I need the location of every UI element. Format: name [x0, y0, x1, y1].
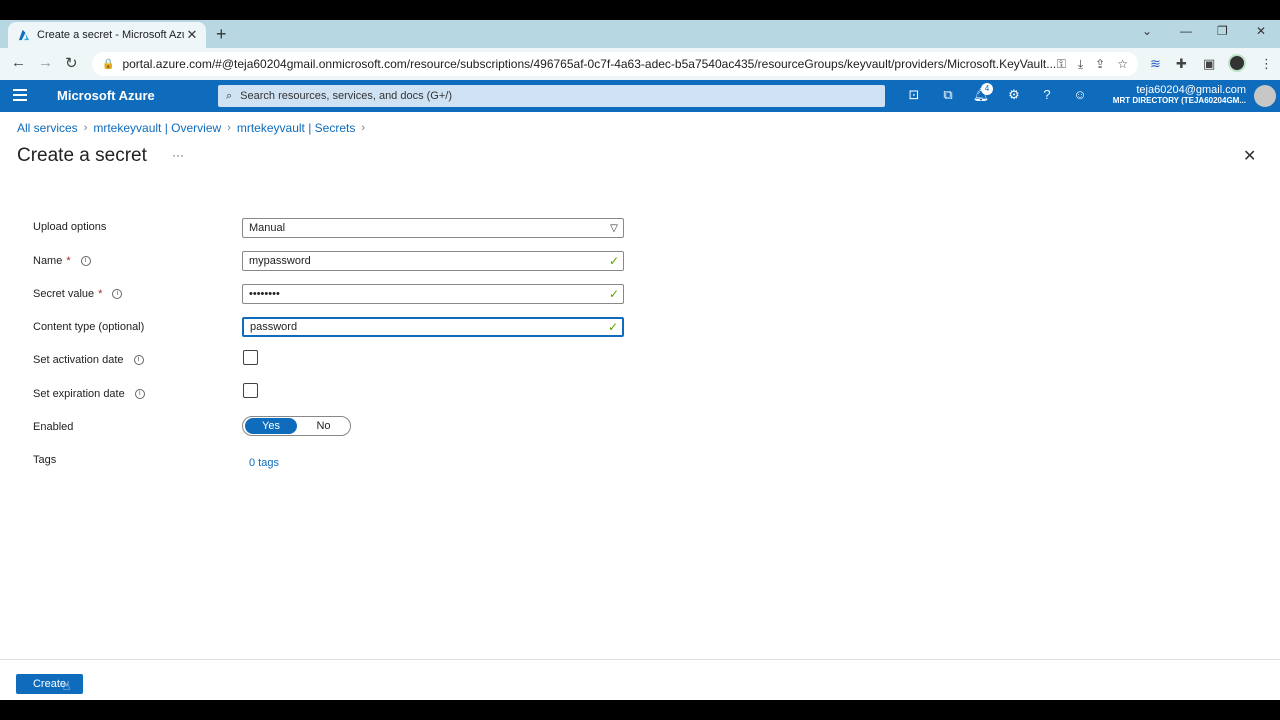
letterbox-bar — [0, 700, 1280, 720]
share-icon[interactable]: ⇪ — [1095, 57, 1105, 72]
valid-check-icon: ✓ — [608, 287, 620, 301]
forward-icon[interactable]: → — [38, 54, 53, 71]
tags-link[interactable]: 0 tags — [249, 457, 279, 469]
tab-title: Create a secret - Microsoft Azure — [37, 29, 184, 41]
breadcrumb-chevron-icon: › — [227, 122, 231, 134]
bookmark-star-icon[interactable]: ☆ — [1117, 57, 1128, 72]
account-email: teja60204@gmail.com — [1136, 84, 1246, 96]
feedback-icon[interactable]: ☺ — [1071, 87, 1089, 105]
secret-value-label: Secret value * i — [33, 288, 123, 300]
expiration-date-label: Set expiration date i — [33, 388, 145, 400]
secret-value-masked: •••••••• — [249, 288, 280, 300]
name-value: mypassword — [249, 255, 311, 267]
extension-icon[interactable]: ≋ — [1150, 56, 1161, 72]
screen: Create a secret - Microsoft Azure ✕ + ⌄ … — [0, 0, 1280, 720]
activation-date-label: Set activation date i — [33, 354, 144, 366]
breadcrumb: All services › mrtekeyvault | Overview ›… — [17, 121, 365, 135]
azure-logo-icon — [18, 29, 30, 40]
chevron-down-icon: ▽ — [610, 222, 618, 234]
tab-search-icon[interactable]: ⌄ — [1142, 24, 1152, 38]
create-button[interactable]: Create — [16, 674, 83, 694]
search-icon: ⌕ — [226, 89, 233, 102]
minimize-icon[interactable]: — — [1180, 24, 1192, 38]
footer-divider — [0, 659, 1280, 660]
breadcrumb-chevron-icon: › — [361, 122, 366, 134]
cloud-shell-icon[interactable]: ⊡ — [905, 87, 923, 105]
name-label-text: Name — [33, 255, 63, 267]
info-icon[interactable]: i — [134, 389, 145, 399]
blade-content: All services › mrtekeyvault | Overview ›… — [0, 112, 1280, 700]
valid-check-icon: ✓ — [608, 254, 620, 268]
search-placeholder: Search resources, services, and docs (G+… — [240, 90, 453, 102]
page-title: Create a secret — [17, 145, 147, 166]
mouse-pointer-icon: ☝ — [63, 679, 71, 693]
sidepanel-icon[interactable]: ▣ — [1203, 56, 1215, 72]
content-type-label-text: Content type (optional) — [33, 321, 145, 333]
content-type-value: password — [250, 321, 298, 333]
breadcrumb-vault-overview[interactable]: mrtekeyvault | Overview — [93, 121, 221, 135]
info-icon[interactable]: i — [80, 256, 91, 266]
upload-options-label-text: Upload options — [33, 221, 107, 233]
help-icon[interactable]: ? — [1038, 87, 1056, 105]
content-type-label: Content type (optional) — [33, 321, 144, 333]
secret-value-field[interactable]: •••••••• ✓ — [242, 284, 624, 304]
breadcrumb-all-services[interactable]: All services — [17, 121, 78, 135]
expiration-label-text: Set expiration date — [33, 388, 125, 400]
browser-menu-icon[interactable]: ⋮ — [1260, 56, 1273, 72]
back-icon[interactable]: ← — [11, 54, 26, 71]
name-label: Name * i — [33, 255, 91, 267]
activation-label-text: Set activation date — [33, 354, 124, 366]
close-blade-icon[interactable]: ✕ — [1243, 146, 1256, 166]
notification-badge: 4 — [981, 83, 993, 95]
name-field[interactable]: mypassword ✓ — [242, 251, 624, 271]
account-directory: MRT DIRECTORY (TEJA60204GM... — [1112, 96, 1246, 105]
enabled-toggle[interactable]: Yes No — [242, 416, 351, 436]
tags-label-text: Tags — [33, 454, 57, 466]
upload-options-label: Upload options — [33, 221, 106, 233]
browser-tabstrip: Create a secret - Microsoft Azure ✕ + ⌄ … — [0, 20, 1280, 48]
content-type-field[interactable]: password ✓ — [242, 317, 624, 337]
enabled-label-text: Enabled — [33, 421, 74, 433]
window-close-icon[interactable]: ✕ — [1256, 24, 1266, 38]
brand-title[interactable]: Microsoft Azure — [57, 88, 155, 103]
enabled-label: Enabled — [33, 421, 73, 433]
url-text: portal.azure.com/#@teja60204gmail.onmicr… — [122, 57, 1057, 71]
activation-date-checkbox[interactable] — [243, 350, 258, 365]
directory-filter-icon[interactable]: ⧉ — [939, 87, 957, 105]
install-icon[interactable]: ⤓ — [1078, 57, 1083, 72]
browser-tab[interactable]: Create a secret - Microsoft Azure ✕ — [8, 22, 206, 48]
lock-icon: 🔒 — [102, 58, 115, 70]
upload-options-value: Manual — [249, 222, 286, 234]
breadcrumb-chevron-icon: › — [83, 122, 88, 134]
hamburger-menu-icon[interactable] — [13, 89, 27, 104]
reload-icon[interactable]: ↻ — [65, 54, 78, 72]
tab-close-icon[interactable]: ✕ — [184, 27, 200, 43]
valid-check-icon: ✓ — [607, 320, 619, 334]
profile-avatar[interactable] — [1228, 54, 1246, 72]
enabled-no-option[interactable]: No — [297, 420, 350, 432]
info-icon[interactable]: i — [112, 289, 123, 299]
new-tab-button[interactable]: + — [216, 24, 227, 45]
address-bar[interactable]: 🔒 portal.azure.com/#@teja60204gmail.onmi… — [92, 52, 1138, 76]
key-icon[interactable]: ⚿ — [1057, 57, 1066, 72]
breadcrumb-vault-secrets[interactable]: mrtekeyvault | Secrets — [237, 121, 356, 135]
info-icon[interactable]: i — [133, 355, 144, 365]
expiration-date-checkbox[interactable] — [243, 383, 258, 398]
account-info[interactable]: teja60204@gmail.com MRT DIRECTORY (TEJA6… — [1113, 84, 1246, 105]
global-search-input[interactable]: ⌕ Search resources, services, and docs (… — [218, 85, 885, 107]
settings-gear-icon[interactable]: ⚙ — [1005, 87, 1023, 105]
user-avatar[interactable] — [1254, 85, 1276, 107]
secret-label-text: Secret value — [33, 288, 95, 300]
upload-options-select[interactable]: Manual ▽ — [242, 218, 624, 238]
required-asterisk: * — [98, 288, 103, 300]
browser-toolbar: ← → ↻ 🔒 portal.azure.com/#@teja60204gmai… — [0, 48, 1280, 80]
puzzle-icon[interactable]: ✚ — [1176, 56, 1187, 72]
azure-header: Microsoft Azure ⌕ Search resources, serv… — [0, 80, 1280, 112]
more-options-icon[interactable]: ··· — [172, 148, 184, 162]
enabled-yes-option[interactable]: Yes — [245, 418, 297, 434]
restore-icon[interactable]: ❐ — [1217, 24, 1228, 38]
required-asterisk: * — [66, 255, 71, 267]
tags-label: Tags — [33, 454, 56, 466]
